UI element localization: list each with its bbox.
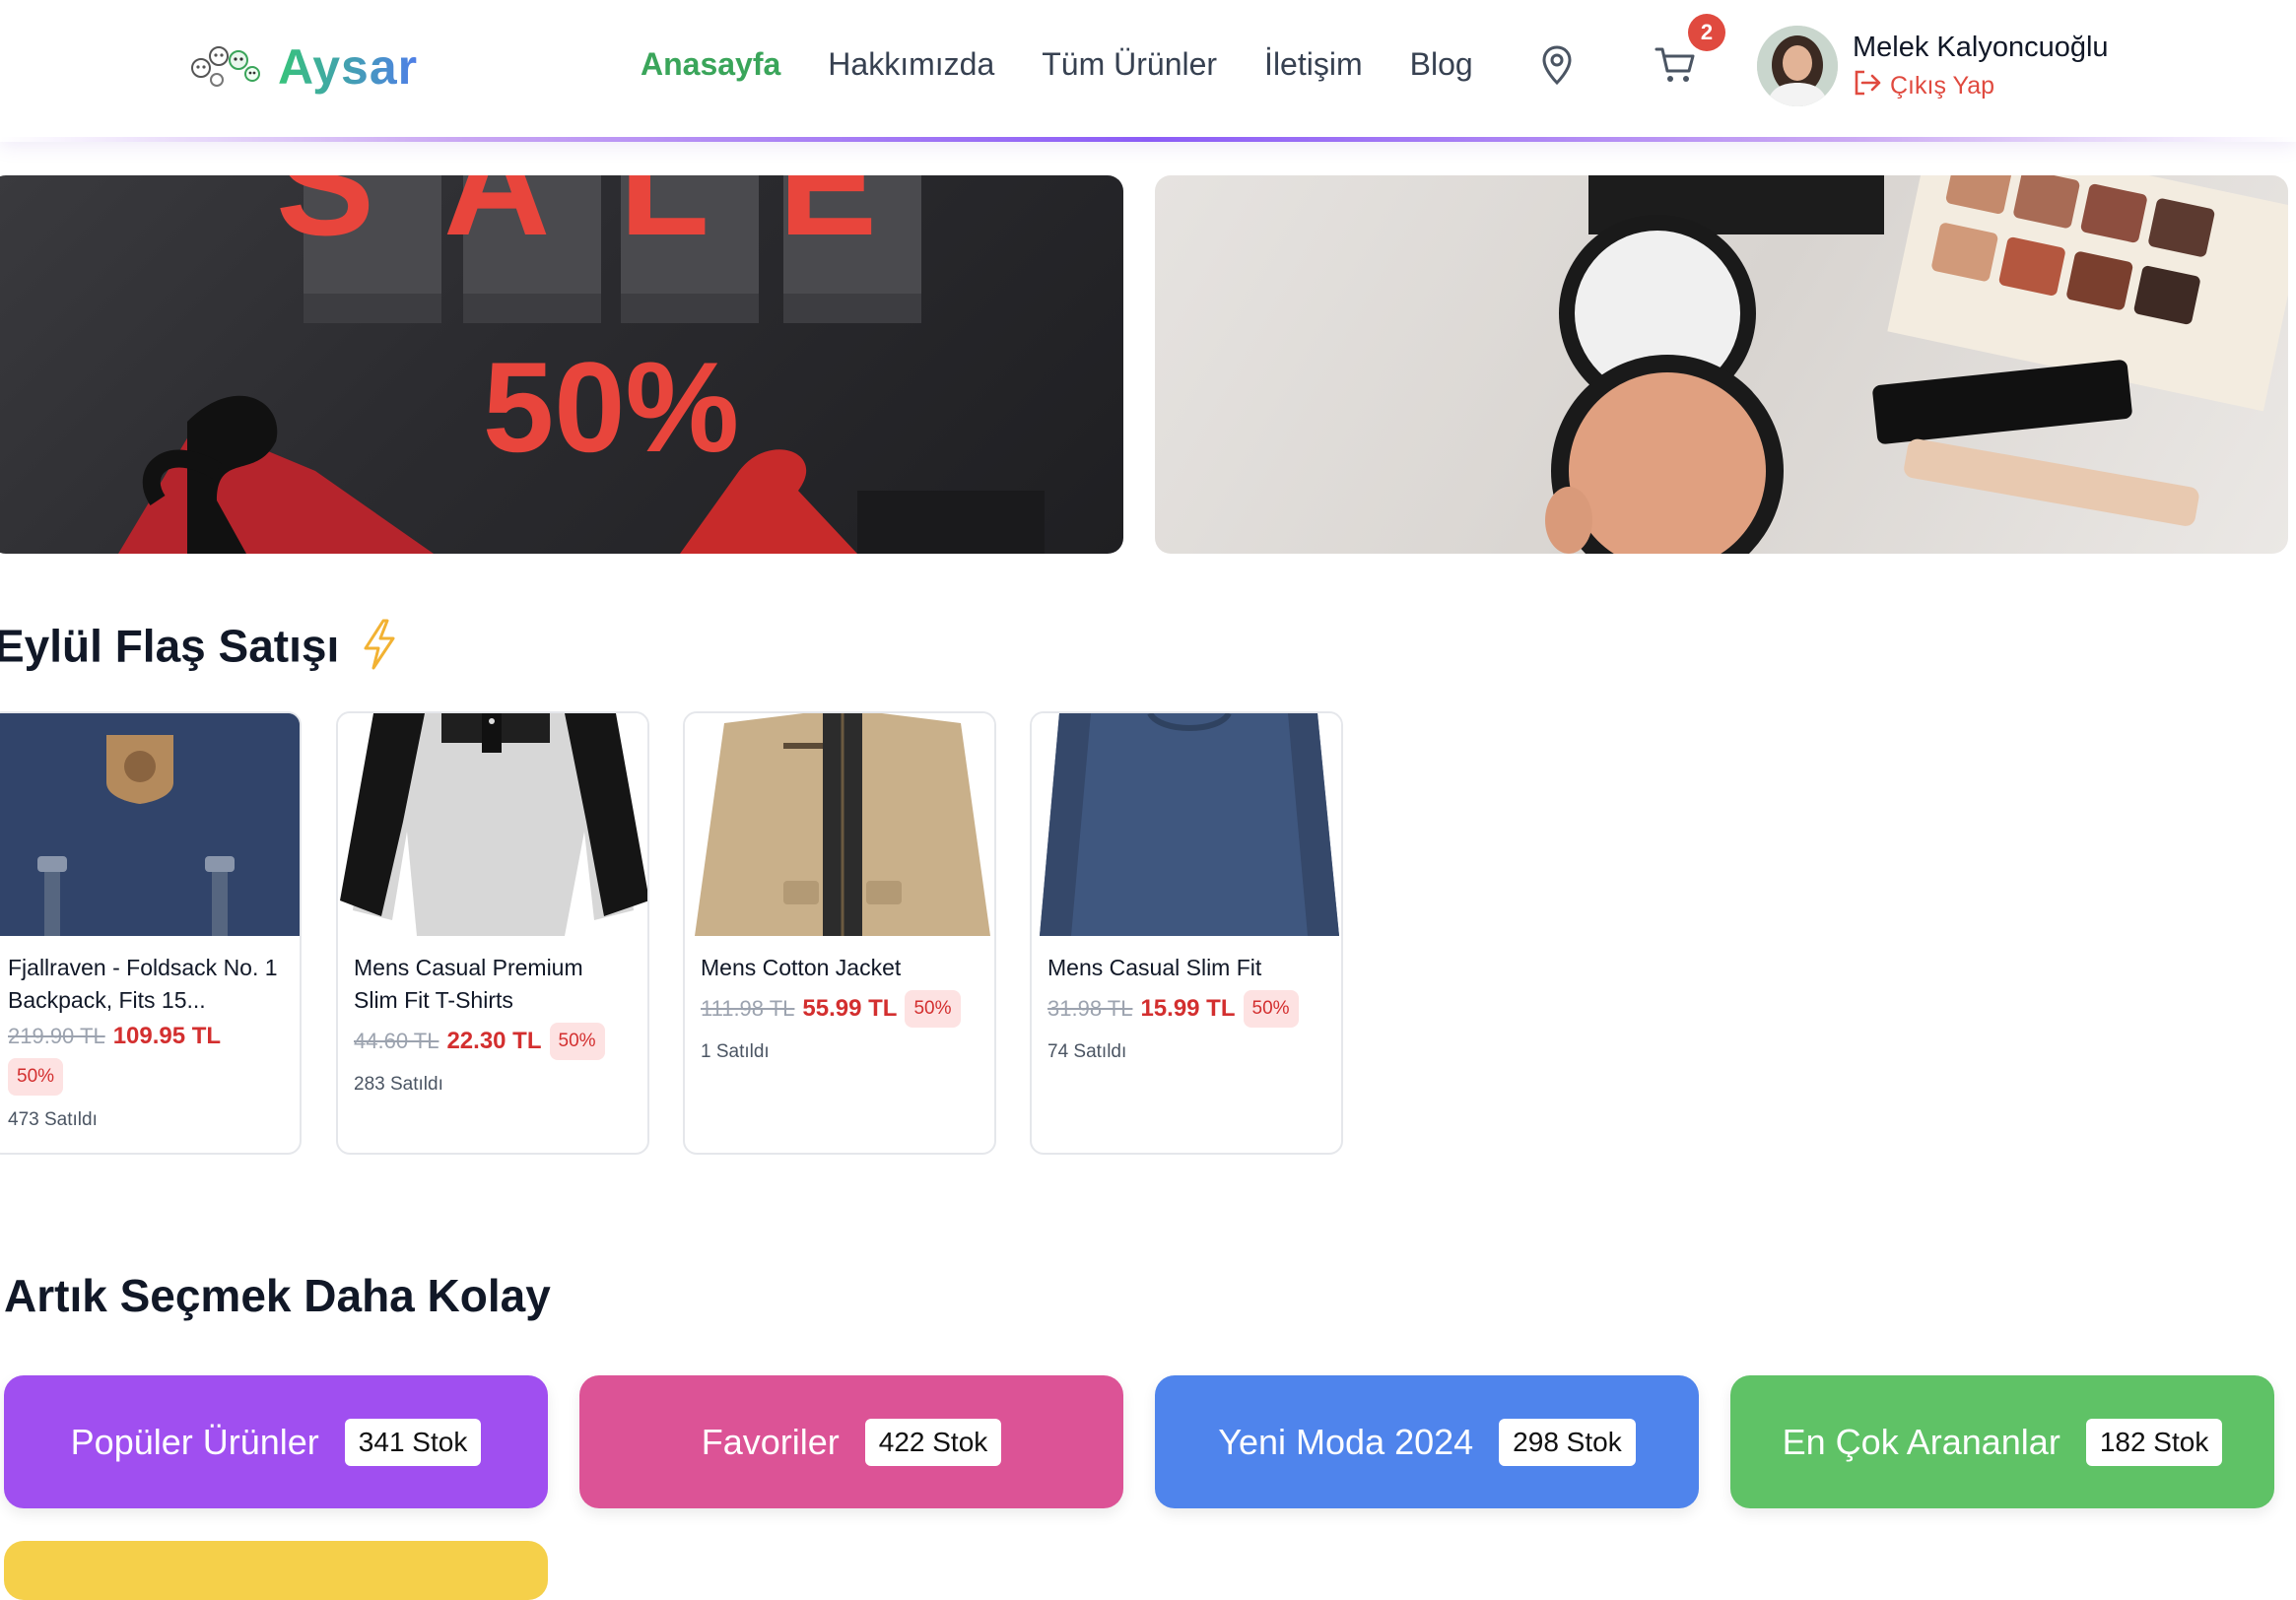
category-label: Popüler Ürünler <box>70 1421 319 1462</box>
cart-icon[interactable] <box>1652 43 1699 87</box>
product-title: Mens Casual Premium Slim Fit T-Shirts <box>354 955 583 1013</box>
site-header: Aysar Anasayfa Hakkımızda Tüm Ürünler İl… <box>0 0 2296 138</box>
new-price: 22.30 TL <box>446 1028 542 1054</box>
old-price: 111.98 TL <box>701 996 795 1021</box>
old-price: 44.60 TL <box>354 1029 439 1053</box>
lightning-icon <box>360 619 399 681</box>
product-card[interactable]: Fjallraven - Foldsack No. 1 Backpack, Fi… <box>0 711 302 1155</box>
sold-count: 1 Satıldı <box>701 1041 770 1062</box>
sale-word: SALE <box>276 175 946 266</box>
category-most-searched[interactable]: En Çok Arananlar 182 Stok <box>1730 1375 2274 1508</box>
nav-home[interactable]: Anasayfa <box>641 46 780 83</box>
new-price: 109.95 TL <box>112 1023 222 1049</box>
new-price: 15.99 TL <box>1140 995 1236 1022</box>
discount-badge: 50% <box>8 1058 64 1096</box>
category-new-fashion[interactable]: Yeni Moda 2024 298 Stok <box>1155 1375 1699 1508</box>
product-image-slimfit <box>1032 713 1341 936</box>
product-title: Mens Casual Slim Fit <box>1047 955 1262 980</box>
user-name: Melek Kalyoncuoğlu <box>1853 32 2109 63</box>
category-label: Yeni Moda 2024 <box>1218 1421 1474 1462</box>
product-title: Fjallraven - Foldsack No. 1 Backpack, Fi… <box>8 955 278 1013</box>
product-image-tshirt <box>338 713 647 936</box>
nav-about[interactable]: Hakkımızda <box>828 46 994 83</box>
logout-icon <box>1853 69 1882 103</box>
flash-sale-title: Eylül Flaş Satışı <box>0 619 399 681</box>
product-card[interactable]: Mens Casual Slim Fit 31.98 TL 15.99 TL 5… <box>1030 711 1343 1155</box>
nav-contact[interactable]: İletişim <box>1264 46 1363 83</box>
nav-blog[interactable]: Blog <box>1410 46 1473 83</box>
cosmetics-banner[interactable] <box>1155 175 2288 554</box>
product-image-jacket <box>685 713 994 936</box>
category-favorites[interactable]: Favoriler 422 Stok <box>579 1375 1123 1508</box>
category-card-partial[interactable] <box>4 1541 548 1600</box>
categories-title: Artık Seçmek Daha Kolay <box>4 1270 551 1321</box>
old-price: 219.90 TL <box>8 1024 105 1048</box>
category-popular[interactable]: Popüler Ürünler 341 Stok <box>4 1375 548 1508</box>
avatar[interactable] <box>1757 26 1838 106</box>
logout-label: Çıkış Yap <box>1890 72 1995 100</box>
sold-count: 473 Satıldı <box>8 1109 98 1130</box>
logo-icon <box>187 42 262 92</box>
old-price: 31.98 TL <box>1047 996 1133 1021</box>
sold-count: 283 Satıldı <box>354 1074 443 1095</box>
cart-count-badge: 2 <box>1688 14 1725 51</box>
discount-badge: 50% <box>1243 990 1299 1028</box>
discount-badge: 50% <box>549 1023 605 1060</box>
product-card[interactable]: Mens Cotton Jacket 111.98 TL 55.99 TL 50… <box>683 711 996 1155</box>
logout-button[interactable]: Çıkış Yap <box>1853 69 1994 103</box>
stock-badge: 182 Stok <box>2085 1418 2223 1466</box>
new-price: 55.99 TL <box>802 995 898 1022</box>
discount-badge: 50% <box>905 990 961 1028</box>
category-label: Favoriler <box>701 1421 840 1462</box>
header-underline <box>0 137 2296 142</box>
sale-banner[interactable]: SALE 50% <box>0 175 1123 554</box>
sale-percent: 50% <box>483 335 739 479</box>
category-label: En Çok Arananlar <box>1782 1421 2060 1462</box>
stock-badge: 298 Stok <box>1499 1418 1636 1466</box>
product-title: Mens Cotton Jacket <box>701 955 902 980</box>
location-icon[interactable] <box>1537 41 1577 89</box>
sold-count: 74 Satıldı <box>1047 1041 1127 1062</box>
stock-badge: 341 Stok <box>344 1418 482 1466</box>
logo[interactable]: Aysar <box>187 28 424 106</box>
product-card[interactable]: Mens Casual Premium Slim Fit T-Shirts 44… <box>336 711 649 1155</box>
stock-badge: 422 Stok <box>864 1418 1002 1466</box>
nav-all-products[interactable]: Tüm Ürünler <box>1042 46 1217 83</box>
logo-text: Aysar <box>278 39 419 95</box>
product-image-backpack <box>0 713 300 936</box>
main-nav: Anasayfa Hakkımızda Tüm Ürünler İletişim… <box>641 39 1473 89</box>
